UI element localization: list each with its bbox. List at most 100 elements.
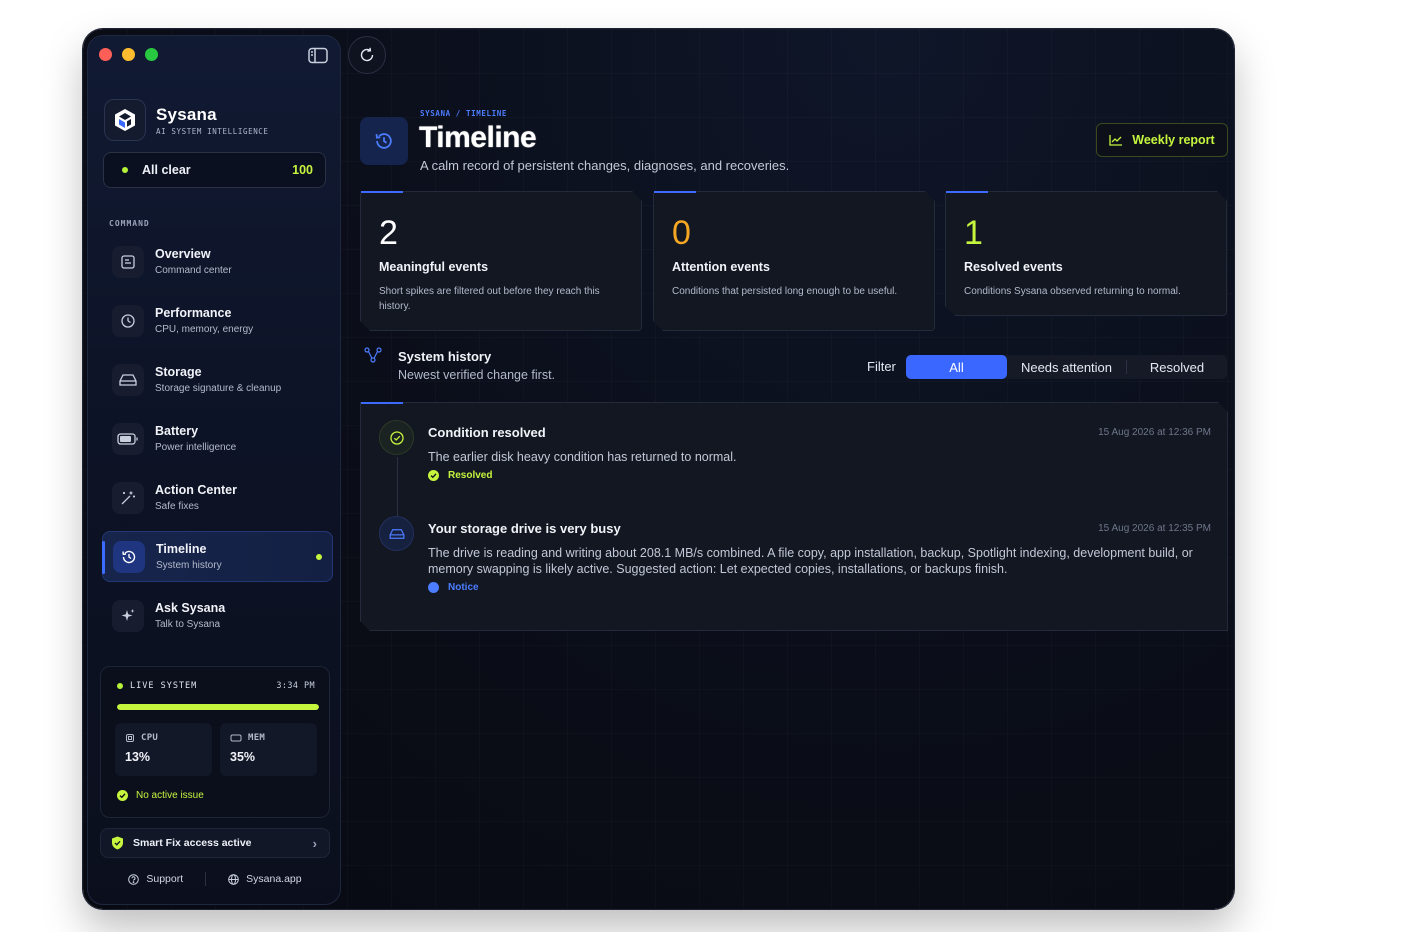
stat-value: 2 xyxy=(379,214,398,252)
event-description: The earlier disk heavy condition has ret… xyxy=(428,450,737,464)
history-title: System history xyxy=(398,349,492,364)
system-status-pill[interactable]: All clear 100 xyxy=(103,152,326,188)
stat-card-resolved: 1 Resolved events Conditions Sysana obse… xyxy=(945,191,1227,316)
filter-segmented-control: All Needs attention Resolved xyxy=(906,355,1227,379)
sidebar-item-storage[interactable]: Storage Storage signature & cleanup xyxy=(102,354,333,405)
sidebar-item-performance[interactable]: Performance CPU, memory, energy xyxy=(102,295,333,346)
chevron-right-icon: › xyxy=(312,835,317,851)
event-title: Condition resolved xyxy=(428,425,546,440)
memory-metric: MEM 35% xyxy=(220,723,317,776)
page-title: Timeline xyxy=(419,121,537,154)
sidebar-item-title: Ask Sysana xyxy=(155,601,226,615)
globe-icon xyxy=(228,873,239,885)
overview-icon xyxy=(112,245,144,278)
cpu-label: CPU xyxy=(141,733,159,743)
support-link[interactable]: Support xyxy=(128,873,183,885)
smart-fix-label: Smart Fix access active xyxy=(133,837,252,849)
sidebar-item-battery[interactable]: Battery Power intelligence xyxy=(102,413,333,464)
stat-title: Resolved events xyxy=(964,260,1063,274)
line-chart-icon xyxy=(1109,135,1123,146)
sidebar: Sysana AI SYSTEM INTELLIGENCE All clear … xyxy=(87,35,341,905)
weekly-report-button[interactable]: Weekly report xyxy=(1096,123,1228,157)
sidebar-item-subtitle: Safe fixes xyxy=(155,501,199,512)
sidebar-toggle-icon[interactable] xyxy=(308,47,328,64)
app-name: Sysana xyxy=(156,104,217,124)
smart-fix-access-button[interactable]: Smart Fix access active › xyxy=(100,828,330,858)
history-icon xyxy=(375,133,392,149)
event-status-tag: Notice xyxy=(428,582,479,593)
help-circle-icon xyxy=(128,873,140,885)
filter-all[interactable]: All xyxy=(906,355,1007,379)
brand: Sysana AI SYSTEM INTELLIGENCE xyxy=(104,99,269,141)
stat-card-attention: 0 Attention events Conditions that persi… xyxy=(653,191,935,331)
timeline-connector xyxy=(397,457,398,519)
sidebar-item-ask-sysana[interactable]: Ask Sysana Talk to Sysana xyxy=(102,590,333,641)
page-subtitle: A calm record of persistent changes, dia… xyxy=(420,158,790,173)
check-circle-icon xyxy=(117,790,128,801)
sidebar-item-title: Performance xyxy=(155,306,232,320)
zoom-window-button[interactable] xyxy=(145,48,158,61)
sidebar-item-title: Timeline xyxy=(156,542,207,556)
footer-divider xyxy=(205,872,207,886)
active-indicator-dot xyxy=(316,554,322,560)
sidebar-item-subtitle: System history xyxy=(156,560,222,571)
sidebar-item-subtitle: Storage signature & cleanup xyxy=(155,383,282,394)
chip-icon xyxy=(126,734,134,742)
sidebar-item-title: Storage xyxy=(155,365,202,379)
app-window: Sysana AI SYSTEM INTELLIGENCE All clear … xyxy=(83,29,1234,909)
sidebar-item-subtitle: Talk to Sysana xyxy=(155,619,221,630)
stat-description: Conditions Sysana observed returning to … xyxy=(964,286,1181,297)
cpu-metric: CPU 13% xyxy=(115,723,212,776)
nav-section-label: COMMAND xyxy=(109,219,150,228)
health-score: 100 xyxy=(292,163,313,177)
stat-value: 0 xyxy=(672,214,691,252)
live-system-label: LIVE SYSTEM xyxy=(130,681,198,691)
sidebar-item-overview[interactable]: Overview Command center xyxy=(102,236,333,287)
live-system-header: LIVE SYSTEM 3:34 PM xyxy=(117,681,315,691)
sidebar-item-action-center[interactable]: Action Center Safe fixes xyxy=(102,472,333,523)
issue-status-text: No active issue xyxy=(136,790,204,801)
shield-check-icon xyxy=(112,836,123,850)
status-dot-icon xyxy=(122,167,128,173)
sysana-logo-icon xyxy=(104,99,146,141)
sidebar-item-title: Overview xyxy=(155,247,211,261)
memory-icon xyxy=(230,734,242,742)
event-status-label: Notice xyxy=(448,582,479,593)
sidebar-item-subtitle: CPU, memory, energy xyxy=(155,324,254,335)
app-tagline: AI SYSTEM INTELLIGENCE xyxy=(156,126,269,136)
filter-label: Filter xyxy=(867,359,896,374)
close-window-button[interactable] xyxy=(99,48,112,61)
filter-resolved[interactable]: Resolved xyxy=(1127,355,1227,379)
sidebar-item-title: Battery xyxy=(155,424,199,438)
network-icon xyxy=(364,347,382,363)
stat-card-meaningful: 2 Meaningful events Short spikes are fil… xyxy=(360,191,642,331)
info-dot-icon xyxy=(428,582,439,593)
event-title: Your storage drive is very busy xyxy=(428,521,621,536)
event-timestamp: 15 Aug 2026 at 12:36 PM xyxy=(1098,427,1211,438)
stat-description: Short spikes are filtered out before the… xyxy=(379,286,600,312)
gauge-icon xyxy=(112,304,144,337)
memory-label: MEM xyxy=(248,733,266,743)
filter-needs-attention[interactable]: Needs attention xyxy=(1007,355,1126,379)
sidebar-item-timeline[interactable]: Timeline System history xyxy=(102,531,333,582)
status-label: All clear xyxy=(142,163,191,177)
live-dot-icon xyxy=(117,683,123,689)
event-status-label: Resolved xyxy=(448,470,493,481)
live-system-time: 3:34 PM xyxy=(276,681,315,691)
sparkle-icon xyxy=(112,599,144,632)
cpu-value: 13% xyxy=(125,750,151,764)
weekly-report-label: Weekly report xyxy=(1132,133,1215,147)
check-circle-icon xyxy=(428,470,439,481)
website-link[interactable]: Sysana.app xyxy=(228,873,302,885)
website-label: Sysana.app xyxy=(246,873,302,885)
event-description: The drive is reading and writing about 2… xyxy=(428,546,1193,576)
minimize-window-button[interactable] xyxy=(122,48,135,61)
stat-description: Conditions that persisted long enough to… xyxy=(672,286,898,297)
refresh-button[interactable] xyxy=(348,36,386,74)
refresh-icon xyxy=(360,47,374,62)
live-system-card: LIVE SYSTEM 3:34 PM CPU 13% MEM 35% No a… xyxy=(100,666,330,818)
support-label: Support xyxy=(146,873,184,885)
live-activity-bar-fill xyxy=(117,704,319,710)
sidebar-nav: Overview Command center Performance CPU, m… xyxy=(102,236,333,649)
sidebar-item-subtitle: Power intelligence xyxy=(155,442,237,453)
